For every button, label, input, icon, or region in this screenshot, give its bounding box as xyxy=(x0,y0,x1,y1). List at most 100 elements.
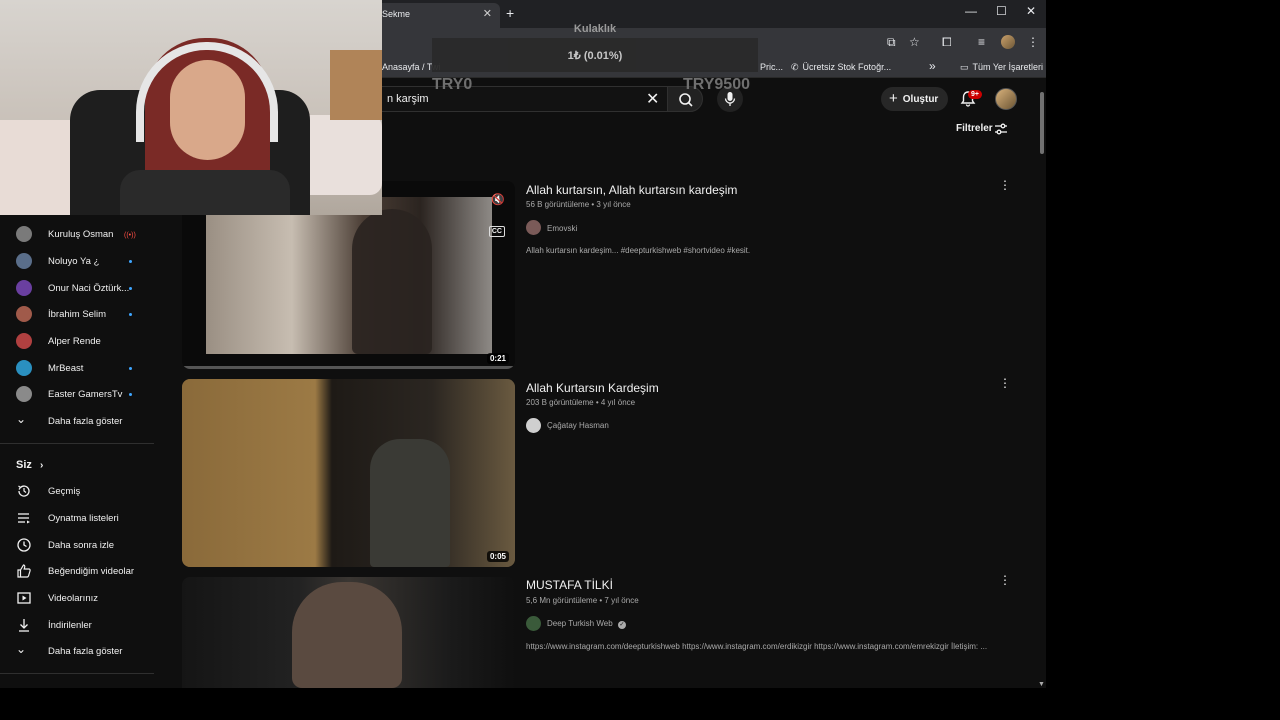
page-scrollbar[interactable]: ▼ xyxy=(1038,84,1046,688)
create-button[interactable]: + Oluştur xyxy=(881,87,948,111)
filters-icon[interactable] xyxy=(993,121,1009,137)
channel-name-label: Deep Turkish Web xyxy=(547,619,613,628)
subscription-label: İbrahim Selim xyxy=(48,309,107,320)
bookmark-label: Ücretsiz Stok Fotoğr... xyxy=(802,62,892,72)
sidebar-item-your-videos[interactable]: Videolarınız xyxy=(0,586,154,612)
subscription-item[interactable]: Alper Rende xyxy=(0,329,154,355)
sidebar-item-history[interactable]: Geçmiş xyxy=(0,479,154,505)
video-title[interactable]: MUSTAFA TİLKİ xyxy=(526,578,613,592)
subscription-label: Easter GamersTv xyxy=(48,389,123,400)
video-description: Allah kurtarsın kardeşim... #deepturkish… xyxy=(526,246,751,255)
download-icon xyxy=(19,619,29,632)
bookmark-favicon-icon: ✆ xyxy=(791,62,799,72)
channel-name[interactable]: Çağatay Hasman xyxy=(547,421,609,430)
search-query: n karşim xyxy=(387,93,429,105)
new-content-dot xyxy=(129,260,132,263)
bookmark-star-icon[interactable]: ☆ xyxy=(909,35,920,49)
bookmark-item[interactable]: Pric... xyxy=(760,62,783,72)
sidebar-item-label: Geçmiş xyxy=(48,486,81,497)
channel-avatar xyxy=(16,253,32,269)
thumbnail-image xyxy=(206,197,492,354)
video-duration: 0:21 xyxy=(486,353,509,364)
subscription-item[interactable]: Easter GamersTv xyxy=(0,382,154,408)
subscription-item[interactable]: İbrahim Selim xyxy=(0,302,154,328)
video-icon xyxy=(17,592,31,604)
all-bookmarks-item[interactable]: ▭ Tüm Yer İşaretleri xyxy=(960,62,1043,73)
channel-avatar[interactable] xyxy=(526,616,541,631)
filters-button[interactable]: Filtreler xyxy=(956,123,993,134)
webcam-overlay xyxy=(0,0,382,215)
sidebar-item-liked-videos[interactable]: Beğendiğim videolar xyxy=(0,559,154,585)
user-avatar[interactable] xyxy=(995,88,1017,110)
subscription-label: Alper Rende xyxy=(48,336,101,347)
more-options-icon[interactable]: ⋮ xyxy=(999,179,1011,191)
close-window-icon[interactable]: ✕ xyxy=(1026,4,1036,18)
channel-avatar xyxy=(16,226,32,242)
clear-search-icon[interactable]: ✕ xyxy=(646,89,659,109)
verified-badge-icon: ✓ xyxy=(617,621,626,629)
show-more-label: Daha fazla göster xyxy=(48,416,123,427)
plus-icon: + xyxy=(889,90,898,107)
install-app-icon[interactable]: ⧉ xyxy=(887,35,896,50)
subscription-label: Kuruluş Osman xyxy=(48,229,114,240)
minimize-icon[interactable]: — xyxy=(965,4,977,18)
subscription-label: Noluyo Ya ¿ xyxy=(48,256,100,267)
channel-name[interactable]: Emovski xyxy=(547,224,577,233)
chevron-down-icon: ⌄ xyxy=(16,642,27,656)
tab-title: Sekme xyxy=(382,9,411,19)
video-meta: 203 B görüntüleme • 4 yıl önce xyxy=(526,398,636,407)
video-title[interactable]: Allah kurtarsın, Allah kurtarsın kardeşi… xyxy=(526,183,737,197)
mute-icon[interactable]: 🔇 xyxy=(491,193,505,206)
screen: Sekme ✕ + — ☐ ✕ ⧉ ☆ ⧠ ≡ ⋮ Anasayfa / Twi… xyxy=(0,0,1280,720)
bookmark-item[interactable]: ✆ Ücretsiz Stok Fotoğr... xyxy=(791,62,891,73)
sidebar-item-downloads[interactable]: İndirilenler xyxy=(0,613,154,639)
show-more-you[interactable]: ⌄ Daha fazla göster xyxy=(0,639,154,665)
show-more-label: Daha fazla göster xyxy=(48,646,123,657)
channel-avatar xyxy=(16,386,32,402)
video-title[interactable]: Allah Kurtarsın Kardeşim xyxy=(526,381,659,395)
browser-menu-icon[interactable]: ⋮ xyxy=(1027,35,1039,49)
sidebar-item-label: İndirilenler xyxy=(48,620,92,631)
media-control-icon[interactable]: ≡ xyxy=(978,35,985,49)
video-thumbnail[interactable] xyxy=(182,577,515,688)
subscription-item[interactable]: Kuruluş Osman ((•)) xyxy=(0,222,154,248)
person-face xyxy=(292,582,402,688)
subscription-item[interactable]: Onur Naci Öztürk... xyxy=(0,276,154,302)
captions-icon[interactable]: CC xyxy=(488,226,505,237)
search-input[interactable]: n karşim xyxy=(372,86,667,112)
channel-avatar[interactable] xyxy=(526,418,541,433)
show-more-subscriptions[interactable]: ⌄ Daha fazla göster xyxy=(0,409,154,435)
channel-avatar xyxy=(16,306,32,322)
channel-name[interactable]: Deep Turkish Web ✓ xyxy=(547,619,626,629)
person-silhouette xyxy=(352,209,432,354)
live-icon: ((•)) xyxy=(124,232,136,239)
chevron-down-icon: ⌄ xyxy=(16,412,27,426)
channel-avatar xyxy=(16,360,32,376)
bookmarks-overflow-icon[interactable]: » xyxy=(929,59,936,73)
browser-tab[interactable]: Sekme ✕ xyxy=(372,3,500,28)
sidebar-divider xyxy=(0,443,154,444)
subscription-item[interactable]: Noluyo Ya ¿ xyxy=(0,249,154,275)
scrollbar-thumb[interactable] xyxy=(1040,92,1044,154)
channel-avatar xyxy=(16,280,32,296)
new-tab-icon[interactable]: + xyxy=(506,5,514,21)
sidebar-item-label: Daha sonra izle xyxy=(48,540,115,551)
progress-bar xyxy=(182,366,515,369)
more-options-icon[interactable]: ⋮ xyxy=(999,574,1011,586)
subscription-label: Onur Naci Öztürk... xyxy=(48,283,130,294)
sidebar-item-watch-later[interactable]: Daha sonra izle xyxy=(0,533,154,559)
you-section-header[interactable]: Siz › xyxy=(16,459,43,471)
maximize-icon[interactable]: ☐ xyxy=(996,4,1007,18)
profile-avatar-icon[interactable] xyxy=(1001,35,1015,49)
donation-goal-bar: 1₺ (0.01%) xyxy=(432,38,758,72)
video-duration: 0:05 xyxy=(486,551,509,562)
subscription-item[interactable]: MrBeast xyxy=(0,356,154,382)
channel-avatar[interactable] xyxy=(526,220,541,235)
video-thumbnail[interactable]: 0:05 xyxy=(182,379,515,567)
more-options-icon[interactable]: ⋮ xyxy=(999,377,1011,389)
sidebar-item-label: Beğendiğim videolar xyxy=(48,566,135,577)
tab-close-icon[interactable]: ✕ xyxy=(483,3,492,25)
scroll-down-arrow-icon[interactable]: ▼ xyxy=(1038,681,1045,688)
extensions-icon[interactable]: ⧠ xyxy=(942,35,952,50)
sidebar-item-playlists[interactable]: Oynatma listeleri xyxy=(0,506,154,532)
